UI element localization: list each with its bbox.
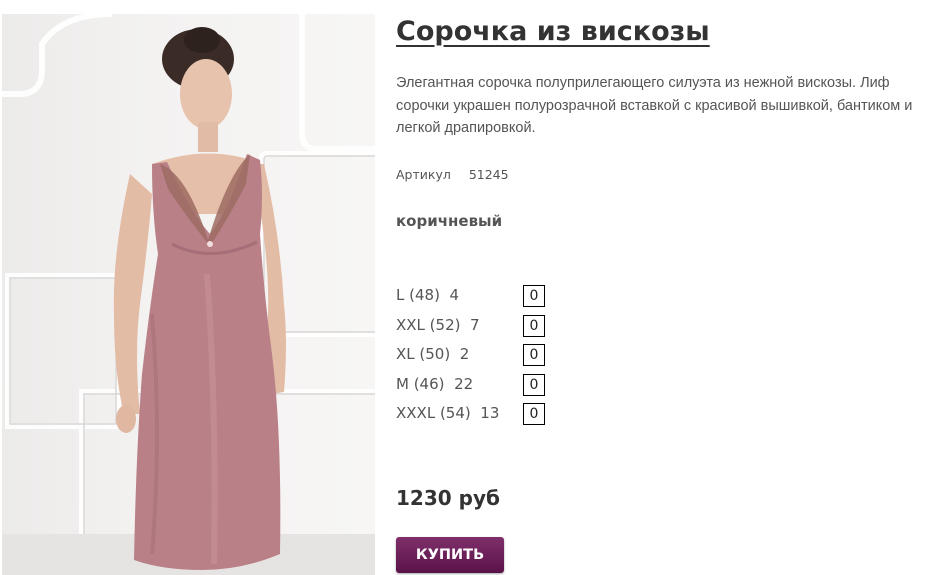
- size-label: XL (50) 2: [396, 345, 470, 363]
- size-stock: 22: [454, 374, 474, 393]
- size-label: L (48) 4: [396, 286, 460, 304]
- quantity-input[interactable]: 0: [523, 344, 545, 366]
- size-label: XXL (52) 7: [396, 315, 480, 334]
- size-label: M (46) 22: [396, 374, 474, 393]
- quantity-input[interactable]: 0: [523, 403, 545, 425]
- size-stock: 7: [470, 315, 480, 334]
- buy-button[interactable]: КУПИТЬ: [396, 537, 504, 573]
- product-price: 1230 руб: [396, 486, 500, 510]
- quantity-input[interactable]: 0: [523, 314, 545, 337]
- size-stock: 2: [459, 345, 470, 363]
- size-label: XXXL (54) 13: [396, 404, 500, 422]
- product-description: Элегантная сорочка полуприлегающего силу…: [396, 75, 913, 136]
- article-info: Артикул 51245: [396, 167, 509, 182]
- quantity-input[interactable]: 0: [523, 373, 545, 396]
- quantity-input[interactable]: 0: [523, 285, 545, 307]
- product-photo: [2, 14, 375, 575]
- article-label: Артикул: [396, 167, 451, 182]
- size-stock: 4: [449, 286, 460, 304]
- product-title: Сорочка из вискозы: [396, 16, 710, 47]
- product-color: коричневый: [396, 212, 503, 230]
- article-number: 51245: [468, 167, 509, 182]
- size-stock: 13: [480, 404, 500, 422]
